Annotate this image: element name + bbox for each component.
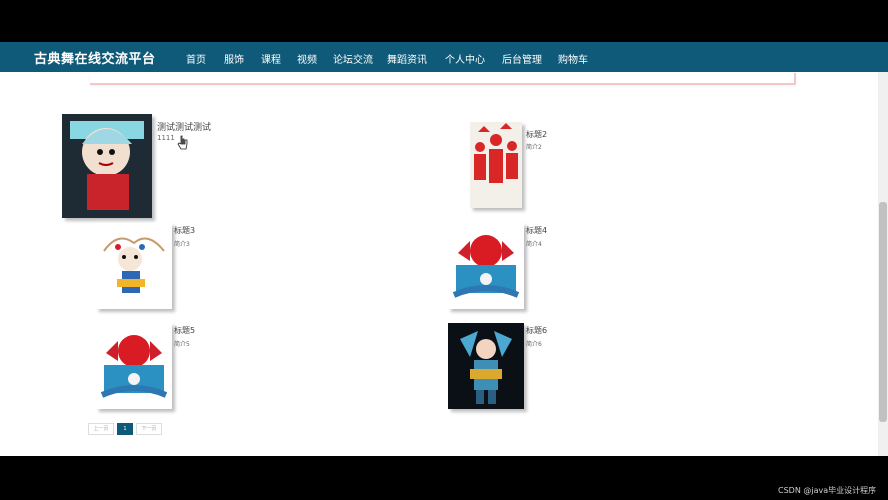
site-brand[interactable]: 古典舞在线交流平台 (34, 48, 156, 67)
prev-page-button[interactable]: 上一页 (88, 423, 114, 435)
news-desc-1: 1111 (157, 134, 175, 142)
nav-course[interactable]: 课程 (261, 51, 281, 66)
watermark-credit: CSDN @java毕业设计程序 (778, 486, 877, 495)
top-navbar: 古典舞在线交流平台 首页 服饰 课程 视频 论坛交流 舞蹈资讯 个人中心 后台管… (0, 42, 888, 74)
current-page-button[interactable]: 1 (117, 423, 133, 435)
nav-cart[interactable]: 购物车 (558, 51, 588, 66)
browser-screen: 古典舞在线交流平台 首页 服饰 课程 视频 论坛交流 舞蹈资讯 个人中心 后台管… (0, 42, 888, 456)
nav-costume[interactable]: 服饰 (224, 51, 244, 66)
news-desc-6: 简介6 (526, 341, 542, 348)
news-image-crown-1[interactable] (448, 223, 524, 309)
news-image-crown-2[interactable] (96, 323, 172, 409)
news-desc-3: 简介3 (174, 241, 190, 248)
phoenix-crown-image-2 (96, 323, 172, 409)
nav-video[interactable]: 视频 (297, 51, 317, 66)
opera-performer-image (62, 114, 152, 218)
news-title-2[interactable]: 标题2 (526, 129, 547, 140)
next-page-button[interactable]: 下一页 (136, 423, 162, 435)
news-title-1[interactable]: 测试测试测试 (157, 120, 211, 133)
news-title-4[interactable]: 标题4 (526, 225, 547, 236)
news-title-6[interactable]: 标题6 (526, 325, 547, 336)
nav-dance-news[interactable]: 舞蹈资讯 (387, 51, 427, 74)
nav-personal-center[interactable]: 个人中心 (445, 51, 485, 66)
news-desc-2: 简介2 (526, 144, 542, 151)
news-desc-4: 简介4 (526, 241, 542, 248)
news-title-3[interactable]: 标题3 (174, 225, 195, 236)
phoenix-crown-image-1 (448, 223, 524, 309)
pointer-hand-icon (177, 135, 188, 150)
nav-admin[interactable]: 后台管理 (502, 51, 542, 66)
paper-cut-image (470, 122, 522, 208)
top-panel (90, 73, 796, 85)
news-image-opera-doll[interactable] (96, 223, 172, 309)
opera-warrior-image (448, 323, 524, 409)
news-image-paper-cut[interactable] (470, 122, 522, 208)
nav-forum[interactable]: 论坛交流 (333, 51, 373, 66)
nav-home[interactable]: 首页 (186, 51, 206, 66)
news-title-5[interactable]: 标题5 (174, 325, 195, 336)
vertical-scrollbar-thumb[interactable] (879, 202, 887, 422)
news-image-opera-performer[interactable] (62, 114, 152, 218)
opera-doll-image (96, 223, 172, 309)
news-image-opera-warrior[interactable] (448, 323, 524, 409)
news-desc-5: 简介5 (174, 341, 190, 348)
